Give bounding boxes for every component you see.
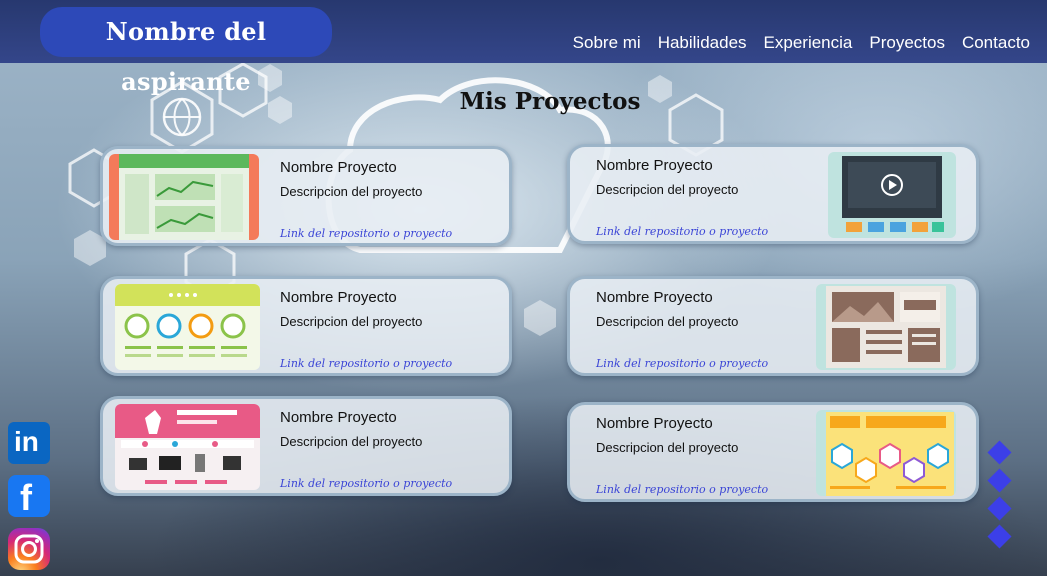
project-card[interactable]: Nombre Proyecto Descripcion del proyecto… [100, 146, 512, 246]
project-card[interactable]: Nombre Proyecto Descripcion del proyecto… [567, 402, 979, 502]
brand-name[interactable]: Nombre del aspirante [40, 7, 332, 96]
project-description: Descripcion del proyecto [280, 434, 423, 449]
linkedin-glyph: in [14, 426, 39, 457]
project-description: Descripcion del proyecto [280, 184, 423, 199]
project-description: Descripcion del proyecto [280, 314, 423, 329]
project-name: Nombre Proyecto [280, 289, 397, 306]
project-card[interactable]: Nombre Proyecto Descripcion del proyecto… [100, 396, 512, 496]
linkedin-icon[interactable]: in [8, 422, 50, 464]
project-card[interactable]: Nombre Proyecto Descripcion del proyecto… [567, 144, 979, 244]
project-link[interactable]: Link del repositorio o proyecto [280, 227, 452, 240]
nav-link-experiencia[interactable]: Experiencia [764, 33, 853, 53]
nav-link-sobre-mi[interactable]: Sobre mi [573, 33, 641, 53]
project-link[interactable]: Link del repositorio o proyecto [596, 483, 768, 496]
dashboard-thumbnail [109, 154, 259, 240]
section-title: Mis Proyectos [459, 88, 641, 115]
project-card[interactable]: Nombre Proyecto Descripcion del proyecto… [567, 276, 979, 376]
project-link[interactable]: Link del repositorio o proyecto [280, 477, 452, 490]
project-description: Descripcion del proyecto [596, 182, 739, 197]
project-name: Nombre Proyecto [596, 157, 713, 174]
top-navbar: Nombre del aspirante Sobre mi Habilidade… [0, 0, 1047, 96]
project-description: Descripcion del proyecto [596, 314, 739, 329]
facebook-icon[interactable]: f [8, 475, 50, 518]
project-link[interactable]: Link del repositorio o proyecto [596, 357, 768, 370]
news-layout-thumbnail [816, 284, 956, 370]
hexagon-infographic-thumbnail [816, 410, 956, 496]
icons-webpage-thumbnail [115, 284, 260, 370]
project-name: Nombre Proyecto [596, 415, 713, 432]
instagram-icon[interactable] [8, 528, 50, 570]
nav-link-proyectos[interactable]: Proyectos [869, 33, 945, 53]
project-description: Descripcion del proyecto [596, 440, 739, 455]
facebook-glyph: f [20, 477, 32, 518]
shop-webpage-thumbnail [115, 404, 260, 490]
project-name: Nombre Proyecto [596, 289, 713, 306]
project-link[interactable]: Link del repositorio o proyecto [280, 357, 452, 370]
nav-link-habilidades[interactable]: Habilidades [658, 33, 747, 53]
main-nav: Sobre mi Habilidades Experiencia Proyect… [573, 33, 1030, 53]
project-link[interactable]: Link del repositorio o proyecto [596, 225, 768, 238]
project-name: Nombre Proyecto [280, 409, 397, 426]
project-name: Nombre Proyecto [280, 159, 397, 176]
video-player-thumbnail [828, 152, 956, 238]
project-card[interactable]: Nombre Proyecto Descripcion del proyecto… [100, 276, 512, 376]
nav-link-contacto[interactable]: Contacto [962, 33, 1030, 53]
